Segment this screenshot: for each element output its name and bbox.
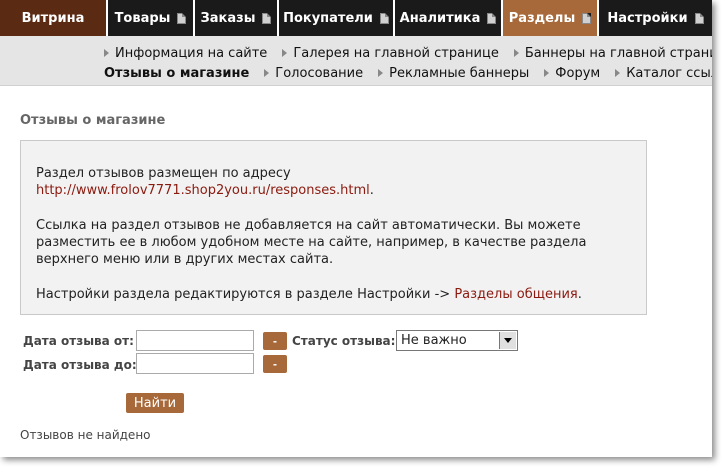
nav-label: Покупатели (283, 10, 373, 26)
nav-storefront[interactable]: Витрина (0, 0, 108, 36)
subnav-ad-banners[interactable]: Рекламные баннеры (378, 63, 529, 83)
nav-label: Настройки (607, 10, 688, 26)
subnav-label: Отзывы о магазине (104, 65, 250, 81)
arrow-right-icon (282, 49, 288, 57)
subnav-label: Голосование (275, 65, 364, 81)
info-text: . (577, 287, 582, 302)
arrow-right-icon (615, 69, 621, 77)
nav-label: Витрина (21, 10, 85, 26)
reviews-url-link[interactable]: http://www.frolov7771.shop2you.ru/respon… (36, 183, 370, 198)
nav-settings[interactable]: Настройки (599, 0, 712, 36)
date-to-input[interactable] (136, 353, 254, 374)
arrow-right-icon (513, 49, 519, 57)
app-window: Витрина Товары Заказы Покупатели Аналити… (0, 0, 712, 457)
date-to-label: Дата отзыва до: (23, 358, 137, 372)
subnav-gallery[interactable]: Галерея на главной странице (282, 43, 499, 63)
status-label: Статус отзыва: (292, 334, 396, 348)
document-icon (262, 12, 272, 24)
document-icon (582, 12, 592, 24)
arrow-right-icon (378, 69, 384, 77)
nav-orders[interactable]: Заказы (195, 0, 279, 36)
date-from-input[interactable] (136, 330, 254, 351)
nav-products[interactable]: Товары (108, 0, 195, 36)
find-button[interactable]: Найти (126, 393, 184, 413)
info-text: Раздел отзывов размещен по адресу (36, 166, 291, 181)
nav-label: Аналитика (399, 10, 481, 26)
subnav-banners-main[interactable]: Баннеры на главной страниц (513, 43, 712, 63)
status-select[interactable]: Не важно (396, 330, 518, 351)
date-to-clear-button[interactable]: - (263, 355, 287, 373)
nav-sections[interactable]: Разделы (503, 0, 599, 36)
subnav-label: Рекламные баннеры (389, 65, 530, 81)
chevron-down-icon (499, 332, 516, 349)
info-paragraph: Раздел отзывов размещен по адресу http:/… (36, 165, 630, 199)
info-box: Раздел отзывов размещен по адресу http:/… (20, 140, 647, 315)
document-icon (177, 12, 187, 24)
subnav-reviews[interactable]: Отзывы о магазине (104, 63, 249, 83)
subnav-label: Баннеры на главной страниц (524, 45, 712, 61)
nav-label: Разделы (508, 10, 576, 26)
subnav-forum[interactable]: Форум (544, 63, 600, 83)
date-from-clear-button[interactable]: - (263, 332, 287, 350)
nav-customers[interactable]: Покупатели (279, 0, 395, 36)
subnav-site-info[interactable]: Информация на сайте (104, 43, 267, 63)
arrow-right-icon (544, 69, 550, 77)
empty-results-text: Отзывов не найдено (20, 428, 151, 442)
top-nav: Витрина Товары Заказы Покупатели Аналити… (0, 0, 712, 36)
date-from-label: Дата отзыва от: (23, 334, 134, 348)
subnav-label: Форум (555, 65, 601, 81)
info-paragraph: Настройки раздела редактируются в раздел… (36, 286, 630, 303)
nav-label: Заказы (200, 10, 256, 26)
arrow-right-icon (264, 69, 270, 77)
subnav-label: Галерея на главной странице (293, 45, 499, 61)
document-icon (487, 12, 497, 24)
sub-nav-row: Отзывы о магазине Голосование Рекламные … (104, 63, 712, 83)
subnav-link-catalog[interactable]: Каталог ссылок (615, 63, 712, 83)
document-icon (379, 12, 389, 24)
sub-nav-row: Информация на сайте Галерея на главной с… (104, 43, 712, 63)
subnav-voting[interactable]: Голосование (264, 63, 363, 83)
document-icon (694, 12, 704, 24)
subnav-label: Каталог ссылок (626, 65, 712, 81)
info-text: . (369, 183, 374, 198)
status-select-value: Не важно (401, 333, 467, 348)
nav-analytics[interactable]: Аналитика (395, 0, 503, 36)
subnav-label: Информация на сайте (115, 45, 268, 61)
nav-label: Товары (114, 10, 171, 26)
sub-nav: Информация на сайте Галерея на главной с… (0, 36, 712, 86)
info-paragraph: Ссылка на раздел отзывов не добавляется … (36, 218, 587, 267)
arrow-right-icon (104, 49, 109, 57)
page-title: Отзывы о магазине (20, 113, 166, 128)
communication-sections-link[interactable]: Разделы общения (454, 287, 577, 302)
info-text: Настройки раздела редактируются в раздел… (36, 287, 455, 302)
